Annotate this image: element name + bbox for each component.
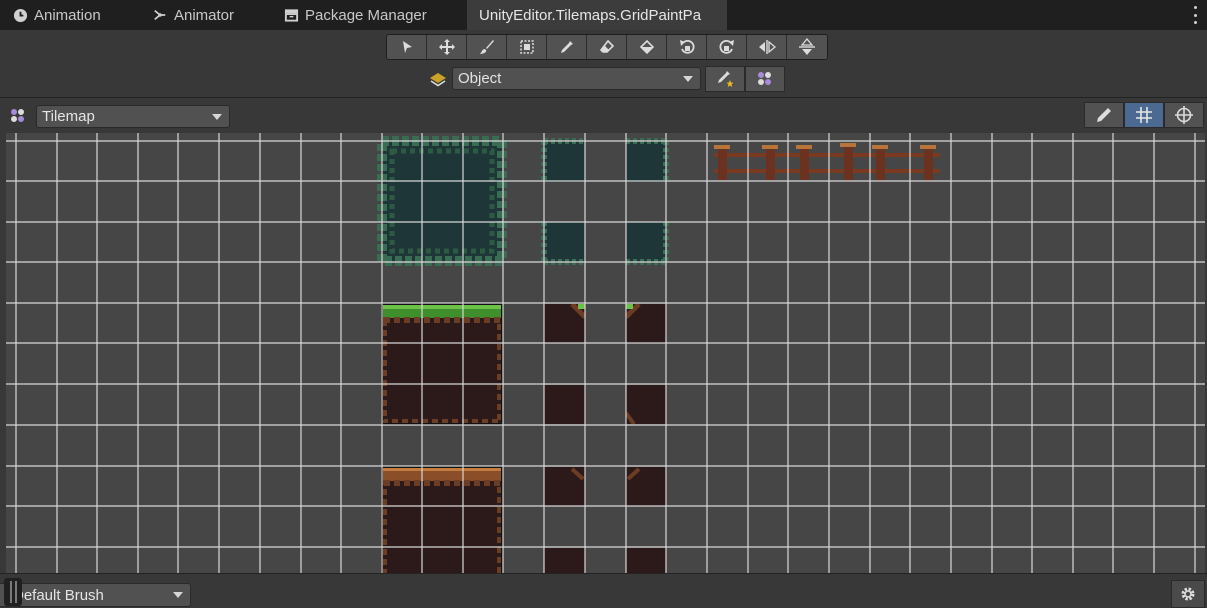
tile-palette-icon — [758, 72, 771, 85]
picker-button[interactable] — [547, 35, 587, 59]
dirt-tile-block[interactable] — [381, 466, 503, 573]
tile-palette-settings-button[interactable] — [745, 66, 785, 92]
leaf-tile-corner[interactable] — [541, 138, 585, 182]
cursor-arrow-icon — [402, 41, 412, 53]
tab-label: Package Manager — [305, 6, 427, 24]
palette-grid[interactable] — [6, 133, 1205, 573]
rotate-left-icon — [679, 39, 694, 54]
rotate-counterclockwise-button[interactable] — [667, 35, 707, 59]
grid-lines — [6, 133, 1205, 573]
tab-animator[interactable]: Animator — [152, 0, 234, 30]
paint-bucket-icon — [639, 39, 654, 55]
more-options-icon[interactable] — [1191, 6, 1199, 24]
dirt-tile-corner[interactable] — [626, 467, 666, 506]
pick-target-button[interactable] — [705, 66, 745, 92]
leaf-tile-corner[interactable] — [626, 222, 669, 265]
dirt-tile-corner[interactable] — [544, 385, 585, 424]
flood-fill-button[interactable] — [627, 35, 667, 59]
toggle-grid-button[interactable] — [1124, 102, 1164, 128]
tool-button-group — [386, 34, 828, 60]
animator-graph-icon — [152, 7, 168, 23]
flip-y-button[interactable] — [787, 35, 827, 59]
dirt-tile-corner[interactable] — [626, 548, 666, 573]
grid-icon — [1136, 107, 1152, 123]
tab-grid-paint-palette[interactable]: UnityEditor.Tilemaps.GridPaintPa — [467, 0, 727, 30]
dirt-tile-corner[interactable] — [544, 548, 585, 573]
palette-header: Tilemap — [0, 99, 1207, 133]
window-tab-bar: Animation Animator Package Manager Unity… — [0, 0, 1207, 30]
leaf-tile-corner[interactable] — [626, 138, 669, 182]
dirt-tile-corner[interactable] — [624, 302, 666, 343]
flip-vertical-icon — [799, 38, 815, 55]
tab-package-manager[interactable]: Package Manager — [283, 0, 427, 30]
box-fill-button[interactable] — [507, 35, 547, 59]
toggle-gizmos-button[interactable] — [1164, 102, 1204, 128]
leaf-tile-corner[interactable] — [541, 222, 585, 265]
rotate-right-icon — [719, 39, 734, 54]
chevron-down-icon — [173, 592, 183, 598]
tile-palette-icon — [9, 107, 29, 125]
eraser-icon — [599, 39, 614, 53]
dirt-tile-corner[interactable] — [624, 385, 666, 426]
gizmo-icon — [1175, 106, 1193, 124]
paint-brush-icon — [479, 40, 494, 54]
move-arrows-icon — [438, 39, 455, 55]
tile-tools-toolbar: Object — [0, 30, 1207, 98]
package-icon — [283, 7, 299, 23]
resize-handle[interactable] — [4, 578, 22, 606]
flip-horizontal-icon — [758, 40, 776, 54]
brush-footer: Default Brush — [0, 573, 1207, 608]
brush-settings-button[interactable] — [1171, 580, 1205, 608]
tab-label: Animator — [174, 6, 235, 24]
brush-select-value: Default Brush — [13, 586, 104, 604]
dirt-tile-corner[interactable] — [544, 302, 587, 343]
dirt-tile-corner[interactable] — [544, 467, 585, 506]
eyedropper-star-icon — [718, 71, 734, 87]
tab-label: Animation — [34, 6, 101, 24]
chevron-down-icon — [212, 113, 222, 120]
edit-pencil-icon — [1097, 108, 1111, 122]
chevron-down-icon — [683, 75, 693, 82]
edit-palette-button[interactable] — [1084, 102, 1124, 128]
palette-tiles — [377, 136, 940, 573]
flip-x-button[interactable] — [747, 35, 787, 59]
active-target-dropdown[interactable]: Object — [452, 67, 701, 90]
palette-select-dropdown[interactable]: Tilemap — [36, 105, 230, 128]
active-target-value: Object — [458, 70, 502, 87]
palette-select-value: Tilemap — [42, 108, 95, 125]
tab-label: UnityEditor.Tilemaps.GridPaintPa — [479, 6, 702, 24]
rotate-clockwise-button[interactable] — [707, 35, 747, 59]
paint-brush-button[interactable] — [467, 35, 507, 59]
brush-select-dropdown[interactable]: Default Brush — [0, 583, 191, 607]
grass-dirt-tile-block[interactable] — [381, 303, 503, 425]
gear-icon — [1181, 587, 1195, 601]
leaf-tile-block[interactable] — [377, 136, 507, 266]
move-tool-button[interactable] — [427, 35, 467, 59]
layers-icon — [428, 70, 448, 90]
eraser-button[interactable] — [587, 35, 627, 59]
tab-animation[interactable]: Animation — [12, 0, 101, 30]
box-fill-icon — [519, 40, 534, 54]
tile-palette-canvas[interactable] — [6, 133, 1205, 573]
select-tool-button[interactable] — [387, 35, 427, 59]
eyedropper-icon — [560, 41, 573, 53]
clock-icon — [12, 7, 28, 23]
